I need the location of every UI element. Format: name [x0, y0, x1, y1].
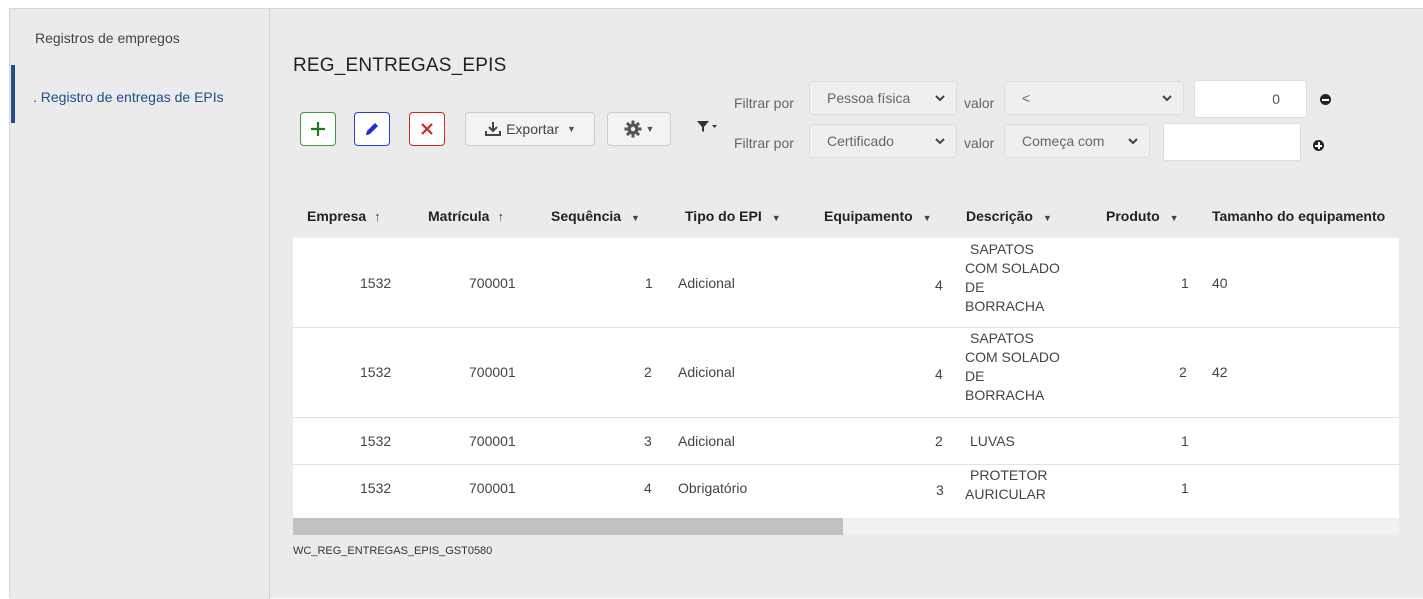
- caret-down-icon: ▼: [1042, 213, 1052, 223]
- filter-2-value-input[interactable]: [1163, 123, 1301, 161]
- component-code: WC_REG_ENTREGAS_EPIS_GST0580: [293, 545, 493, 557]
- column-header-produto[interactable]: Produto ▼: [1106, 208, 1179, 224]
- cell-descricao: SAPATOS COM SOLADO DE BORRACHA: [965, 330, 1060, 403]
- cell-empresa: 1532: [360, 364, 392, 380]
- column-header-tipo-epi[interactable]: Tipo do EPI ▼: [685, 208, 781, 224]
- remove-filter-icon[interactable]: [1320, 94, 1331, 105]
- export-button[interactable]: Exportar ▼: [465, 112, 595, 146]
- download-icon: [485, 122, 502, 136]
- chevron-down-icon: [1128, 138, 1138, 145]
- delete-button[interactable]: [409, 112, 445, 146]
- sidebar-item-registro-entregas-epis[interactable]: . Registro de entregas de EPIs: [33, 89, 224, 105]
- cell-descricao: SAPATOS COM SOLADO DE BORRACHA: [965, 241, 1060, 314]
- caret-down-icon: ▼: [1169, 213, 1179, 223]
- filter-1-value-input[interactable]: 0: [1194, 80, 1307, 118]
- cell-sequencia: 2: [644, 364, 652, 380]
- filter-2-value-label: valor: [964, 135, 995, 151]
- cell-tipo-epi: Adicional: [678, 364, 735, 380]
- filter-icon: [697, 121, 717, 132]
- filter-2-label: Filtrar por: [734, 135, 794, 151]
- data-grid: Empresa ↑ Matrícula ↑ Sequência ▼ Tipo do E…: [293, 196, 1399, 518]
- cell-produto: 1: [1181, 433, 1189, 449]
- caret-down-icon: ▼: [922, 213, 932, 223]
- page-title: REG_ENTREGAS_EPIS: [293, 55, 507, 76]
- gear-icon: [624, 120, 642, 138]
- table-row[interactable]: 1532 700001 2 Adicional 4 SAPATOS COM SO…: [293, 329, 1399, 418]
- column-header-empresa[interactable]: Empresa ↑: [307, 208, 381, 224]
- cell-equipamento: 3: [936, 482, 944, 498]
- app-frame: Registros de empregos . Registro de entr…: [9, 8, 1423, 599]
- horizontal-scrollbar[interactable]: [293, 518, 1399, 535]
- sidebar-item-registros-empregos[interactable]: Registros de empregos: [35, 30, 180, 46]
- grid-header: Empresa ↑ Matrícula ↑ Sequência ▼ Tipo do E…: [293, 196, 1399, 238]
- chevron-down-icon: [935, 138, 945, 145]
- cell-matricula: 700001: [469, 364, 516, 380]
- cell-produto: 1: [1181, 480, 1189, 496]
- close-icon: [421, 123, 433, 135]
- add-filter-icon[interactable]: [1313, 140, 1324, 151]
- table-row[interactable]: 1532 700001 4 Obrigatório 3 PROTETOR AUR…: [293, 466, 1399, 518]
- cell-produto: 2: [1179, 364, 1187, 380]
- caret-down-icon: ▼: [771, 213, 781, 223]
- filter-funnel-button[interactable]: [696, 117, 720, 137]
- caret-down-icon: ▼: [645, 124, 655, 134]
- cell-empresa: 1532: [360, 480, 392, 496]
- cell-matricula: 700001: [469, 275, 516, 291]
- filter-1-operator-value: <: [1022, 90, 1031, 106]
- cell-descricao: LUVAS: [970, 433, 1015, 449]
- table-row[interactable]: 1532 700001 1 Adicional 4 SAPATOS COM SO…: [293, 238, 1399, 328]
- filter-2-field-value: Certificado: [827, 133, 894, 149]
- cell-tipo-epi: Adicional: [678, 275, 735, 291]
- column-header-sequencia[interactable]: Sequência ▼: [551, 208, 640, 224]
- cell-equipamento: 4: [935, 277, 943, 293]
- filter-1-field-value: Pessoa física: [827, 90, 911, 106]
- main-content: REG_ENTREGAS_EPIS Exportar ▼ ▼ Filtrar p…: [271, 9, 1423, 599]
- cell-tipo-epi: Obrigatório: [678, 480, 748, 496]
- cell-sequencia: 1: [645, 275, 653, 291]
- cell-tipo-epi: Adicional: [678, 433, 735, 449]
- column-header-descricao[interactable]: Descrição ▼: [966, 208, 1052, 224]
- cell-sequencia: 3: [644, 433, 652, 449]
- sidebar-active-marker: [11, 65, 15, 123]
- cell-descricao: PROTETOR AURICULAR: [965, 467, 1048, 502]
- chevron-down-icon: [935, 95, 945, 102]
- cell-equipamento: 4: [935, 366, 943, 382]
- cell-tamanho: 40: [1212, 275, 1228, 291]
- scrollbar-thumb[interactable]: [293, 518, 843, 535]
- cell-produto: 1: [1181, 275, 1189, 291]
- cell-matricula: 700001: [469, 480, 516, 496]
- pencil-icon: [366, 123, 378, 135]
- column-header-matricula[interactable]: Matrícula ↑: [428, 208, 504, 224]
- filter-1-operator-select[interactable]: <: [1004, 81, 1184, 115]
- cell-equipamento: 2: [935, 433, 943, 449]
- table-row[interactable]: 1532 700001 3 Adicional 2 LUVAS 1: [293, 419, 1399, 465]
- chevron-down-icon: [1162, 95, 1172, 102]
- settings-button[interactable]: ▼: [607, 112, 671, 146]
- filter-1-value-label: valor: [964, 95, 995, 111]
- cell-sequencia: 4: [644, 480, 652, 496]
- column-header-equipamento[interactable]: Equipamento ▼: [824, 208, 932, 224]
- export-label: Exportar: [506, 121, 559, 137]
- caret-down-icon: ▼: [567, 124, 576, 134]
- column-header-tamanho[interactable]: Tamanho do equipamento: [1212, 208, 1385, 224]
- filter-2-field-select[interactable]: Certificado: [809, 124, 957, 158]
- cell-empresa: 1532: [360, 275, 392, 291]
- filter-2-operator-value: Começa com: [1022, 133, 1105, 149]
- add-button[interactable]: [300, 112, 336, 146]
- edit-button[interactable]: [354, 112, 390, 146]
- cell-empresa: 1532: [360, 433, 392, 449]
- plus-icon: [311, 122, 325, 136]
- cell-matricula: 700001: [469, 433, 516, 449]
- sidebar: Registros de empregos . Registro de entr…: [10, 9, 270, 599]
- filter-1-label: Filtrar por: [734, 95, 794, 111]
- filter-2-operator-select[interactable]: Começa com: [1004, 124, 1150, 158]
- cell-tamanho: 42: [1212, 364, 1228, 380]
- sort-asc-icon: ↑: [374, 209, 381, 224]
- caret-down-icon: ▼: [631, 213, 640, 223]
- sort-asc-icon: ↑: [497, 209, 504, 224]
- filter-1-field-select[interactable]: Pessoa física: [809, 81, 957, 115]
